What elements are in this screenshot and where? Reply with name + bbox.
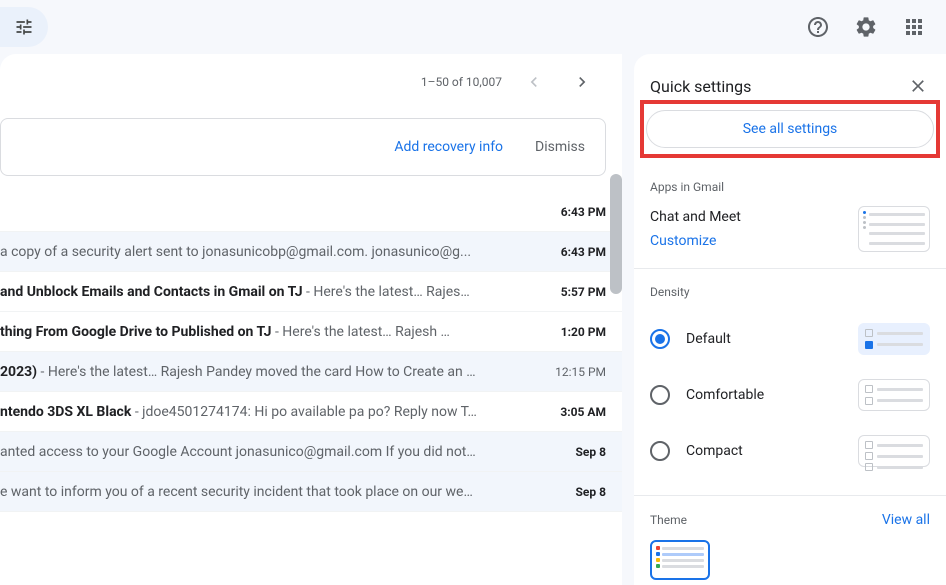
density-preview	[858, 435, 930, 467]
email-snippet: e want to inform you of a recent securit…	[0, 484, 560, 500]
filter-button[interactable]	[0, 7, 48, 47]
email-time: 1:20 PM	[561, 325, 606, 339]
email-time: 6:43 PM	[561, 205, 606, 219]
apps-button[interactable]	[894, 7, 934, 47]
close-button[interactable]	[906, 74, 930, 98]
table-row[interactable]: a copy of a security alert sent to jonas…	[0, 232, 622, 272]
chevron-right-icon	[572, 72, 592, 92]
email-time: Sep 8	[576, 485, 607, 499]
density-label: Comfortable	[686, 387, 764, 403]
email-snippet: a copy of a security alert sent to jonas…	[0, 244, 545, 260]
email-time: 6:43 PM	[561, 245, 606, 259]
email-snippet: anted access to your Google Account jona…	[0, 444, 560, 460]
chevron-left-icon	[524, 72, 544, 92]
topbar-right	[798, 7, 934, 47]
email-time: 3:05 AM	[560, 405, 606, 419]
density-option-default[interactable]: Default	[650, 311, 930, 367]
tune-icon	[14, 17, 34, 37]
email-list: 6:43 PM a copy of a security alert sent …	[0, 192, 622, 512]
radio[interactable]	[650, 441, 670, 461]
help-button[interactable]	[798, 7, 838, 47]
pagination-text: 1–50 of 10,007	[421, 75, 502, 89]
chat-preview-thumb	[858, 206, 930, 252]
help-icon	[806, 15, 830, 39]
theme-header: Theme View all	[650, 512, 930, 528]
section-title: Theme	[650, 513, 687, 527]
table-row[interactable]: anted access to your Google Account jona…	[0, 432, 622, 472]
table-row[interactable]: e want to inform you of a recent securit…	[0, 472, 622, 512]
customize-link[interactable]: Customize	[650, 233, 716, 249]
apps-section: Apps in Gmail Chat and Meet Customize	[634, 164, 946, 269]
density-option-comfortable[interactable]: Comfortable	[650, 367, 930, 423]
email-snippet: 2023) - Here's the latest… Rajesh Pandey…	[0, 364, 539, 380]
table-row[interactable]: 6:43 PM	[0, 192, 622, 232]
table-row[interactable]: ntendo 3DS XL Black - jdoe4501274174: Hi…	[0, 392, 622, 432]
inbox-area: 1–50 of 10,007 Add recovery info Dismiss…	[0, 54, 622, 585]
prev-page-button[interactable]	[518, 66, 550, 98]
dismiss-button[interactable]: Dismiss	[535, 139, 585, 155]
email-time: 12:15 PM	[555, 365, 606, 379]
email-time: 5:57 PM	[561, 285, 606, 299]
density-label: Default	[686, 331, 731, 347]
density-section: Density Default Comfortable	[634, 269, 946, 496]
email-snippet: ntendo 3DS XL Black - jdoe4501274174: Hi…	[0, 404, 544, 420]
chat-meet-label: Chat and Meet	[650, 209, 741, 225]
inbox-header: 1–50 of 10,007	[0, 54, 622, 110]
radio-selected[interactable]	[650, 329, 670, 349]
email-snippet: and Unblock Emails and Contacts in Gmail…	[0, 284, 545, 300]
quick-settings-panel: Quick settings See all settings Apps in …	[634, 54, 946, 585]
settings-title: Quick settings	[650, 77, 751, 96]
scrollbar[interactable]	[610, 174, 622, 294]
theme-thumbnail[interactable]	[650, 540, 710, 580]
email-time: Sep 8	[576, 445, 607, 459]
section-title: Density	[650, 285, 930, 299]
settings-header: Quick settings	[634, 70, 946, 110]
table-row[interactable]: and Unblock Emails and Contacts in Gmail…	[0, 272, 622, 312]
see-all-settings-button[interactable]: See all settings	[646, 110, 934, 148]
view-all-link[interactable]: View all	[882, 512, 930, 528]
density-preview	[858, 379, 930, 411]
section-title: Apps in Gmail	[650, 180, 930, 194]
density-label: Compact	[686, 443, 743, 459]
close-icon	[908, 76, 928, 96]
table-row[interactable]: thing From Google Drive to Published on …	[0, 312, 622, 352]
topbar	[0, 0, 946, 54]
density-preview	[858, 323, 930, 355]
apps-grid-icon	[902, 15, 926, 39]
topbar-left	[12, 7, 48, 47]
see-all-wrapper: See all settings	[634, 110, 946, 164]
gear-icon	[854, 15, 878, 39]
theme-section: Theme View all	[634, 496, 946, 585]
table-row[interactable]: 2023) - Here's the latest… Rajesh Pandey…	[0, 352, 622, 392]
main-area: 1–50 of 10,007 Add recovery info Dismiss…	[0, 54, 946, 585]
email-snippet: thing From Google Drive to Published on …	[0, 324, 545, 340]
chat-meet-row: Chat and Meet Customize	[650, 206, 930, 252]
add-recovery-link[interactable]: Add recovery info	[394, 139, 503, 155]
recovery-banner: Add recovery info Dismiss	[0, 118, 606, 176]
settings-button[interactable]	[846, 7, 886, 47]
next-page-button[interactable]	[566, 66, 598, 98]
density-option-compact[interactable]: Compact	[650, 423, 930, 479]
radio[interactable]	[650, 385, 670, 405]
